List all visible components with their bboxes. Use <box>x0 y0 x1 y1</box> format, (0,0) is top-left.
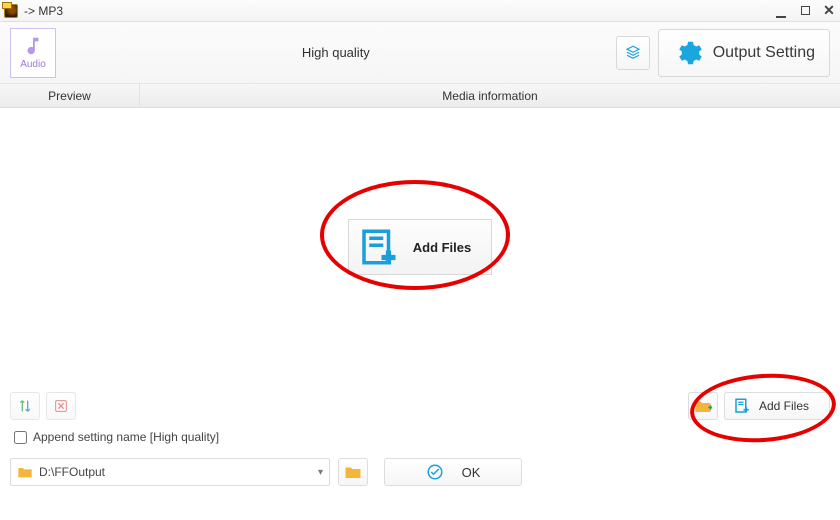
append-setting-checkbox[interactable] <box>14 431 27 444</box>
file-list-area: Add Files <box>0 108 840 386</box>
close-button[interactable]: ✕ <box>822 4 836 18</box>
add-files-main-button[interactable]: Add Files <box>348 219 493 275</box>
output-path-text: D:\FFOutput <box>39 465 105 479</box>
media-info-column-header: Media information <box>140 84 840 107</box>
music-note-icon <box>22 35 44 57</box>
add-file-icon <box>733 397 751 415</box>
add-files-main-label: Add Files <box>413 240 472 255</box>
title-bar: -> MP3 ✕ <box>0 0 840 22</box>
add-files-label: Add Files <box>759 399 809 413</box>
delete-button[interactable] <box>46 392 76 420</box>
action-bar: Add Files <box>0 386 840 426</box>
quality-label: High quality <box>64 45 608 60</box>
ok-button[interactable]: OK <box>384 458 522 486</box>
layers-icon <box>624 44 642 62</box>
move-button[interactable] <box>10 392 40 420</box>
folder-icon <box>344 464 362 480</box>
audio-format-button[interactable]: Audio <box>10 28 56 78</box>
format-toolbar: Audio High quality Output Setting <box>0 22 840 84</box>
append-setting-row: Append setting name [High quality] <box>0 426 840 452</box>
window-title: -> MP3 <box>24 4 774 18</box>
add-folder-button[interactable] <box>688 392 718 420</box>
maximize-button[interactable] <box>798 4 812 18</box>
bottom-bar: D:\FFOutput ▾ OK <box>0 452 840 496</box>
preset-layers-button[interactable] <box>616 36 650 70</box>
column-headers: Preview Media information <box>0 84 840 108</box>
add-file-icon <box>357 226 399 268</box>
folder-icon <box>17 465 33 479</box>
app-icon <box>4 4 18 18</box>
output-path-select[interactable]: D:\FFOutput ▾ <box>10 458 330 486</box>
minimize-button[interactable] <box>774 4 788 18</box>
delete-icon <box>53 398 69 414</box>
output-setting-button[interactable]: Output Setting <box>658 29 830 77</box>
preview-column-header: Preview <box>0 84 140 107</box>
browse-folder-button[interactable] <box>338 458 368 486</box>
swap-arrows-icon <box>17 398 33 414</box>
audio-label: Audio <box>20 59 46 70</box>
append-setting-label: Append setting name [High quality] <box>33 430 219 444</box>
gear-icon <box>673 38 703 68</box>
ok-label: OK <box>462 465 481 480</box>
check-circle-icon <box>426 463 444 481</box>
caret-down-icon: ▾ <box>318 467 323 478</box>
add-files-button[interactable]: Add Files <box>724 392 830 420</box>
folder-plus-icon <box>694 398 712 414</box>
output-setting-label: Output Setting <box>713 44 815 62</box>
